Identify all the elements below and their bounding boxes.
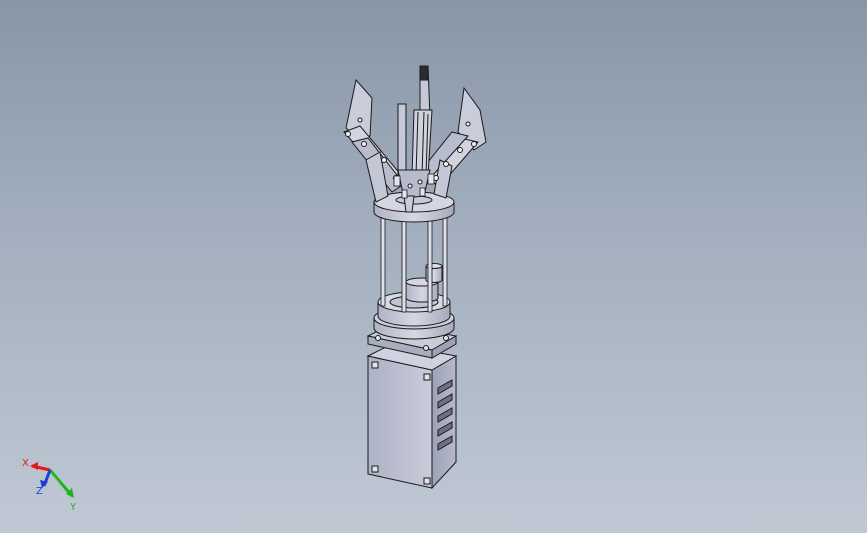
graphics-viewport[interactable]: X Y Z	[0, 0, 867, 533]
orientation-triad[interactable]: X Y Z	[14, 452, 90, 514]
x-axis-arrow-icon	[30, 462, 38, 470]
x-axis-label: X	[22, 458, 29, 469]
inner-cylinders[interactable]	[405, 263, 443, 303]
z-axis-label: Z	[36, 486, 43, 497]
y-axis-label: Y	[69, 502, 77, 513]
gripper-assembly-model[interactable]	[0, 0, 867, 533]
motor-housing[interactable]	[366, 343, 458, 490]
